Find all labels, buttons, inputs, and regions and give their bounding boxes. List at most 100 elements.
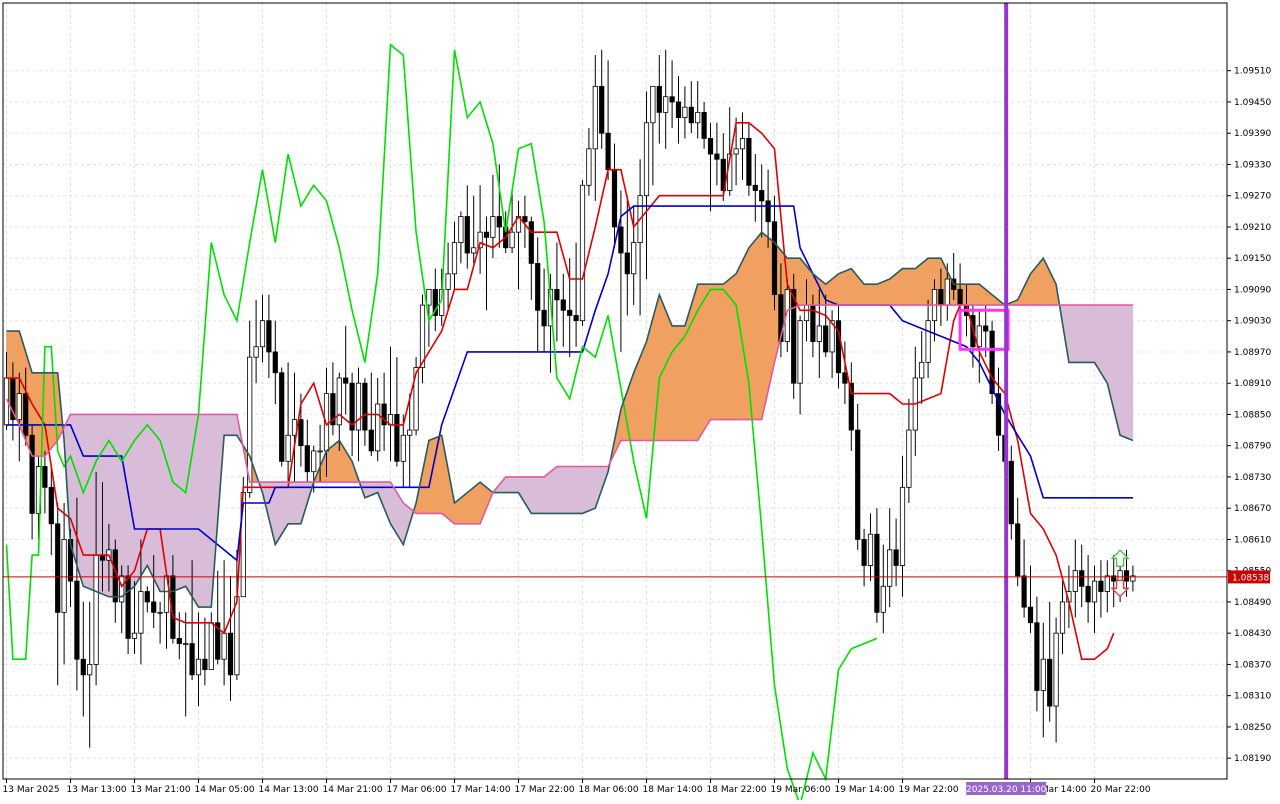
cloud-segment [143,414,148,572]
cloud-segment [758,231,762,420]
candle-body-bearish [855,429,861,540]
cloud-segment [204,414,209,608]
candle-body-bearish [48,486,54,525]
candle-body-bullish [1072,570,1078,592]
candle-body-bearish [560,299,566,311]
price-tick-label: 1.08850 [1234,410,1271,420]
candle-body-bearish [1027,606,1034,624]
cloud-segment [166,414,170,592]
cloud-segment [732,273,737,420]
candle-body-bullish [1040,658,1046,691]
cloud-segment [291,481,295,525]
cloud-segment [460,494,465,525]
cloud-segment [863,283,868,306]
price-tick-label: 1.09030 [1234,317,1271,327]
candle-body-bullish [253,346,259,358]
time-tick-label: 18 Mar 22:00 [707,785,767,795]
cloud-segment [633,364,638,441]
candle-body-bearish [483,231,490,238]
candle-body-bullish [183,643,189,645]
price-tick-label: 1.08670 [1234,504,1271,514]
candle-body-bullish [695,111,701,124]
cloud-segment [1033,265,1038,306]
candle-body-bearish [688,106,694,124]
cloud-segment [671,325,676,441]
cloud-segment [649,318,654,441]
cloud-segment [89,414,94,591]
candle-body-bearish [368,429,374,452]
cloud-segment [332,442,337,483]
price-tick-label: 1.09390 [1234,129,1271,139]
price-tick-label: 1.08490 [1234,598,1271,608]
candle-body-bullish [285,434,291,462]
candle-body-bearish [394,414,400,462]
cloud-segment [1119,304,1124,438]
candle-body-bearish [227,632,234,676]
cloud-segment [918,262,922,306]
candle-body-bearish [759,190,765,202]
cloud-segment [1036,261,1041,306]
candle-body-bearish [765,200,771,223]
cloud-segment [735,267,740,420]
cloud-segment [540,476,545,514]
chart[interactable]: 1.09510 1.09450 1.09390 1.09330 1.09270 1.092… [0,0,1280,804]
time-tick-label: 17 Mar 06:00 [387,785,447,795]
cloud-segment [764,234,769,406]
price-chart-svg[interactable]: 1.09510 1.09450 1.09390 1.09330 1.09270 1.092… [0,0,1280,804]
cloud-segment [83,414,87,589]
candle-body-bullish [451,242,458,275]
candle-body-bullish [733,148,739,155]
cloud-segment [915,265,919,306]
candle-body-bullish [1053,632,1059,707]
cloud-segment [751,239,756,420]
cloud-segment [431,437,436,514]
candle[interactable] [279,367,285,467]
candle-body-bearish [823,325,829,353]
candle-body-bullish [1059,601,1066,634]
cloud-segment [767,236,772,392]
candle-body-bearish [983,325,989,332]
candle-body-bearish [266,320,272,353]
cloud-segment [1126,304,1130,440]
cloud-segment [393,486,398,536]
cloud-segment [716,283,721,420]
cloud-segment [198,414,202,608]
candle-body-bullish [944,278,950,306]
candle-body-bearish [23,393,29,436]
cloud-segment [367,481,372,497]
cloud-segment [591,466,596,510]
cloud-segment [537,476,542,514]
candle-body-bearish [1015,523,1021,577]
price-tick-label: 1.08430 [1234,629,1271,639]
cloud-segment [723,281,727,420]
price-tick-label: 1.08910 [1234,379,1271,389]
candle-body-bullish [586,148,592,186]
candle-body-bearish [874,533,880,613]
candle-body-bullish [471,247,477,254]
candle-body-bearish [80,658,86,676]
candle-body-bearish [893,549,899,566]
cloud-segment [879,281,884,306]
candle[interactable] [579,180,586,326]
cloud-segment [79,414,84,587]
cloud-segment [556,466,561,514]
cloud-segment [975,283,980,306]
time-tick-label: 19 Mar 14:00 [835,785,895,795]
cloud-segment [227,414,231,436]
candle-body-bearish [1047,658,1053,707]
candle-body-bearish [176,637,182,644]
candle-body-bullish [509,231,515,249]
candle-body-bearish [624,252,630,275]
cloud-segment [579,466,583,514]
cloud-segment [889,275,894,306]
cloud-segment [761,231,766,420]
time-tick-label: 17 Mar 22:00 [515,785,575,795]
candle-body-bearish [957,289,963,306]
cloud-segment [233,414,238,436]
candle-body-bullish [61,539,67,613]
cloud-segment [646,329,650,441]
cloud-segment [841,270,846,306]
time-tick-label: 20 Mar 22:00 [1091,785,1151,795]
candle-body-bearish [675,101,682,118]
time-tick-label: 13 Mar 13:00 [67,785,127,795]
